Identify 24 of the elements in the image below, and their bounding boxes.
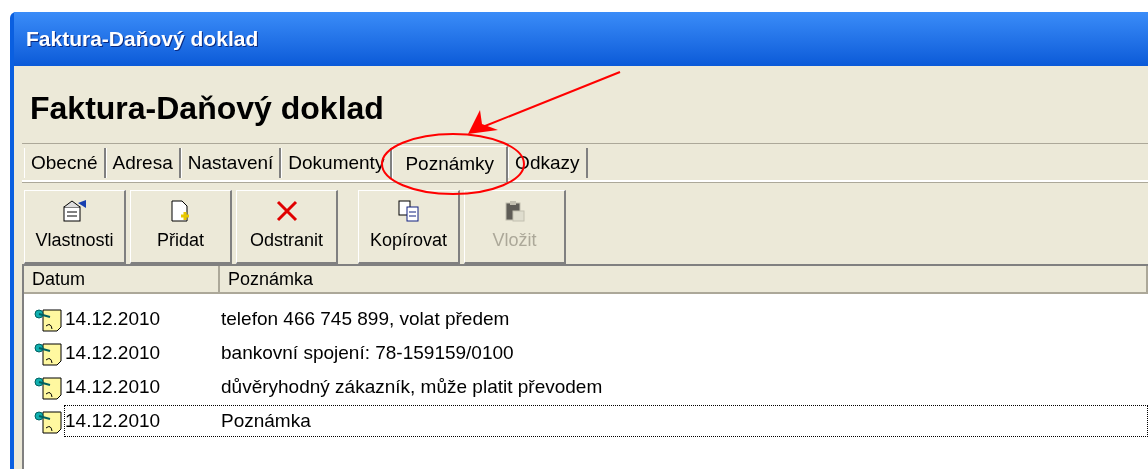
list-row[interactable]: 14.12.2010 důvěryhodný zákazník, může platit převodem xyxy=(64,371,1148,403)
toolbar-button[interactable]: Odstranit xyxy=(236,189,338,264)
note-cell-text: důvěryhodný zákazník, může platit převodem xyxy=(221,374,603,399)
toolbar-button[interactable]: Přidat xyxy=(130,189,232,264)
date-cell-text: 14.12.2010 xyxy=(65,408,162,433)
note-cell-text: Poznámka xyxy=(221,408,311,433)
list-row[interactable]: 14.12.2010 bankovní spojení: 78-159159/0100 xyxy=(64,337,1148,369)
column-header[interactable]: Poznámka xyxy=(220,266,1148,294)
date-cell-text: 14.12.2010 xyxy=(65,374,162,399)
toolbar-button[interactable]: Vlastnosti xyxy=(24,189,126,264)
focused-row[interactable]: 14.12.2010 Poznámka xyxy=(64,405,1148,437)
column-header[interactable]: Datum xyxy=(24,266,220,294)
tab[interactable]: Adresa xyxy=(105,148,181,178)
window-title: Faktura-Daňový doklad xyxy=(26,26,259,53)
form-heading: Faktura-Daňový doklad xyxy=(29,88,384,128)
toolbar-button[interactable]: Kopírovat xyxy=(358,189,460,264)
tab[interactable]: Nastavení xyxy=(180,148,282,178)
date-cell-text: 14.12.2010 xyxy=(65,340,162,365)
tab[interactable]: Poznámky xyxy=(392,146,509,182)
tab[interactable]: Obecné xyxy=(24,148,106,178)
date-cell-text: 14.12.2010 xyxy=(65,306,162,331)
note-cell-text: telefon 466 745 899, volat předem xyxy=(221,306,510,331)
list-row[interactable]: 14.12.2010 telefon 466 745 899, volat předem xyxy=(64,303,1148,335)
note-cell-text: bankovní spojení: 78-159159/0100 xyxy=(221,340,514,365)
